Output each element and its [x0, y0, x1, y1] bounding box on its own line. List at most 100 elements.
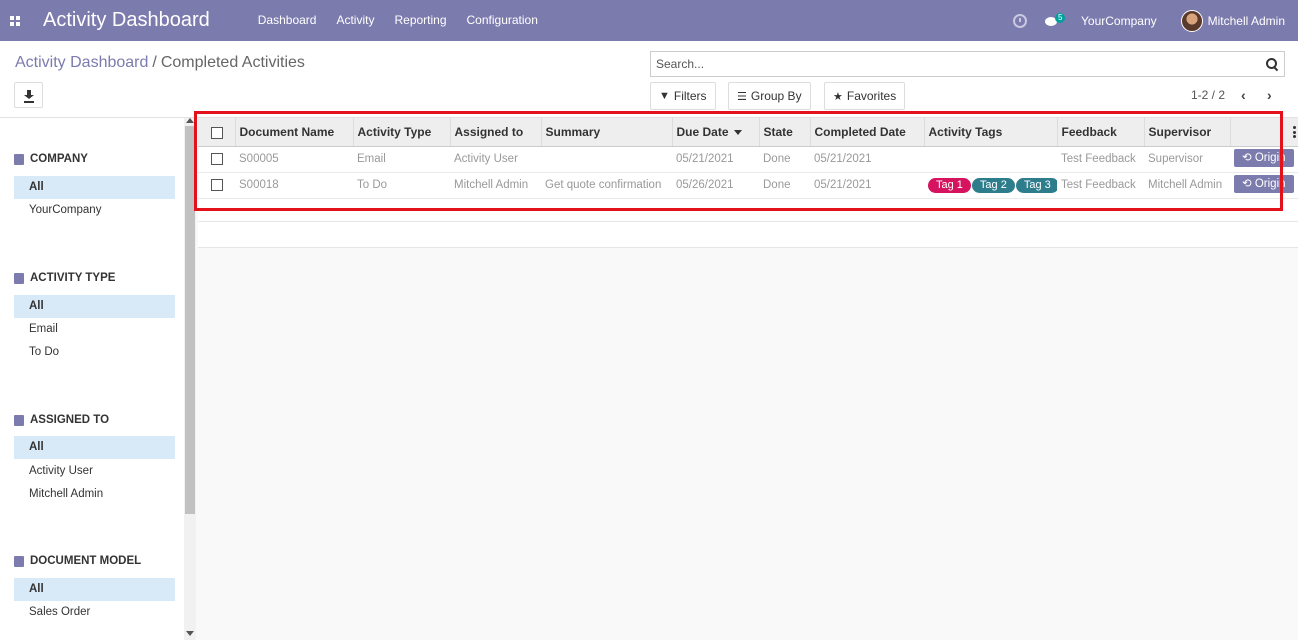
- download-icon: [23, 90, 34, 100]
- select-all-checkbox[interactable]: [211, 126, 223, 139]
- breadcrumb-separator: /: [152, 54, 157, 71]
- tag-badge: Tag 1: [928, 177, 971, 193]
- filters-button[interactable]: ▼ Filters: [650, 82, 716, 110]
- optional-columns-icon[interactable]: [1292, 126, 1296, 138]
- search-panel: COMPANY All YourCompany ACTIVITY TYPE Al…: [0, 118, 184, 640]
- activities-table: Document Name Activity Type Assigned to …: [198, 118, 1298, 199]
- company-item-all[interactable]: All: [14, 176, 175, 199]
- origin-button[interactable]: ⟲ Origin: [1234, 174, 1294, 193]
- users-icon: [14, 414, 24, 426]
- cell-completed-date[interactable]: 05/21/2021: [810, 146, 924, 173]
- scroll-down-icon[interactable]: [186, 631, 194, 636]
- cell-summary[interactable]: [541, 146, 672, 173]
- company-item-yourcompany[interactable]: YourCompany: [14, 199, 175, 222]
- section-assigned-to-title: ASSIGNED TO: [14, 414, 109, 426]
- history-icon: ⟲: [1242, 177, 1255, 190]
- star-icon: ★: [833, 90, 843, 103]
- messages-badge: 5: [1055, 12, 1066, 23]
- chevron-right-icon[interactable]: ›: [1267, 87, 1272, 103]
- cell-document-name[interactable]: S00018: [235, 172, 353, 199]
- assigned-item-activity-user[interactable]: Activity User: [14, 460, 175, 483]
- history-icon: ⟲: [1242, 151, 1255, 164]
- column-state[interactable]: State: [759, 118, 811, 147]
- cell-activity-type[interactable]: Email: [353, 146, 450, 173]
- column-summary[interactable]: Summary: [541, 118, 673, 147]
- breadcrumb-current: Completed Activities: [160, 54, 305, 71]
- cell-feedback[interactable]: Test Feedback: [1057, 146, 1144, 173]
- row-checkbox[interactable]: [211, 178, 223, 191]
- table-row[interactable]: S00005 Email Activity User 05/21/2021 Do…: [198, 146, 1298, 173]
- assigned-item-mitchell-admin[interactable]: Mitchell Admin: [14, 483, 175, 506]
- search-input[interactable]: [656, 57, 1266, 71]
- activity-clock-icon[interactable]: [1013, 13, 1028, 28]
- chevron-left-icon[interactable]: ‹: [1241, 87, 1246, 103]
- scrollbar-thumb[interactable]: [185, 126, 195, 514]
- cell-activity-tags[interactable]: [924, 146, 1057, 173]
- control-panel: Activity Dashboard / Completed Activities …: [0, 41, 1298, 118]
- sort-desc-icon: [733, 130, 742, 136]
- export-button[interactable]: [14, 82, 43, 108]
- menu-item-activity[interactable]: Activity: [326, 0, 384, 41]
- search-icon[interactable]: [1266, 58, 1278, 70]
- messages-icon[interactable]: 5: [1045, 12, 1066, 29]
- document-model-item-all[interactable]: All: [14, 578, 175, 601]
- cell-summary[interactable]: Get quote confirmation: [541, 172, 672, 199]
- cell-actions: ⟲ Origin: [1230, 172, 1298, 199]
- column-activity-tags[interactable]: Activity Tags: [924, 118, 1058, 147]
- breadcrumb-parent[interactable]: Activity Dashboard: [15, 54, 148, 71]
- cell-completed-date[interactable]: 05/21/2021: [810, 172, 924, 199]
- cell-assigned-to[interactable]: Mitchell Admin: [450, 172, 541, 199]
- column-feedback[interactable]: Feedback: [1057, 118, 1145, 147]
- cell-assigned-to[interactable]: Activity User: [450, 146, 541, 173]
- menu-item-configuration[interactable]: Configuration: [457, 0, 548, 41]
- cell-state[interactable]: Done: [759, 172, 810, 199]
- menu-item-reporting[interactable]: Reporting: [384, 0, 456, 41]
- cell-supervisor[interactable]: Supervisor: [1144, 146, 1230, 173]
- origin-button[interactable]: ⟲ Origin: [1234, 148, 1294, 167]
- user-menu[interactable]: Mitchell Admin: [1208, 14, 1285, 28]
- list-icon: [14, 272, 24, 284]
- favorites-button[interactable]: ★ Favorites: [824, 82, 906, 110]
- cell-supervisor[interactable]: Mitchell Admin: [1144, 172, 1230, 199]
- row-select-cell: [198, 172, 235, 199]
- menu-item-dashboard[interactable]: Dashboard: [248, 0, 327, 41]
- sidebar-scrollbar[interactable]: [184, 118, 196, 640]
- row-select-cell: [198, 146, 235, 173]
- apps-menu-icon[interactable]: [0, 0, 30, 41]
- column-supervisor[interactable]: Supervisor: [1144, 118, 1231, 147]
- bars-icon: ☰: [737, 90, 747, 103]
- cell-actions: ⟲ Origin: [1230, 146, 1298, 173]
- user-avatar[interactable]: [1180, 9, 1203, 32]
- document-model-item-sales-order[interactable]: Sales Order: [14, 601, 175, 624]
- column-document-name[interactable]: Document Name: [235, 118, 354, 147]
- cell-due-date[interactable]: 05/21/2021: [672, 146, 759, 173]
- column-completed-date[interactable]: Completed Date: [810, 118, 925, 147]
- column-assigned-to[interactable]: Assigned to: [450, 118, 542, 147]
- column-activity-type[interactable]: Activity Type: [353, 118, 451, 147]
- cell-document-name[interactable]: S00005: [235, 146, 353, 173]
- cell-due-date[interactable]: 05/26/2021: [672, 172, 759, 199]
- activity-type-item-todo[interactable]: To Do: [14, 341, 175, 364]
- table-header: Document Name Activity Type Assigned to …: [198, 118, 1298, 147]
- activity-type-item-email[interactable]: Email: [14, 318, 175, 341]
- row-checkbox[interactable]: [211, 152, 223, 165]
- section-activity-type-title: ACTIVITY TYPE: [14, 272, 115, 284]
- column-due-date[interactable]: Due Date: [672, 118, 760, 147]
- cell-feedback[interactable]: Test Feedback: [1057, 172, 1144, 199]
- tag-badge: Tag 3: [1015, 177, 1057, 193]
- select-all-header: [198, 118, 236, 147]
- assigned-item-all[interactable]: All: [14, 436, 175, 459]
- scroll-up-icon[interactable]: [186, 118, 194, 123]
- cell-state[interactable]: Done: [759, 146, 810, 173]
- cell-activity-type[interactable]: To Do: [353, 172, 450, 199]
- folder-icon: [14, 555, 24, 567]
- top-navbar: Activity Dashboard Dashboard Activity Re…: [0, 0, 1298, 41]
- group-by-button[interactable]: ☰ Group By: [728, 82, 811, 110]
- activity-type-item-all[interactable]: All: [14, 295, 175, 318]
- pager-value[interactable]: 1-2 / 2: [1191, 88, 1225, 102]
- cell-activity-tags[interactable]: Tag 1 Tag 2 Tag 3: [924, 172, 1057, 199]
- search-bar: [650, 51, 1285, 77]
- company-switcher[interactable]: YourCompany: [1081, 14, 1157, 28]
- table-row[interactable]: S00018 To Do Mitchell Admin Get quote co…: [198, 172, 1298, 199]
- app-title: Activity Dashboard: [43, 9, 210, 31]
